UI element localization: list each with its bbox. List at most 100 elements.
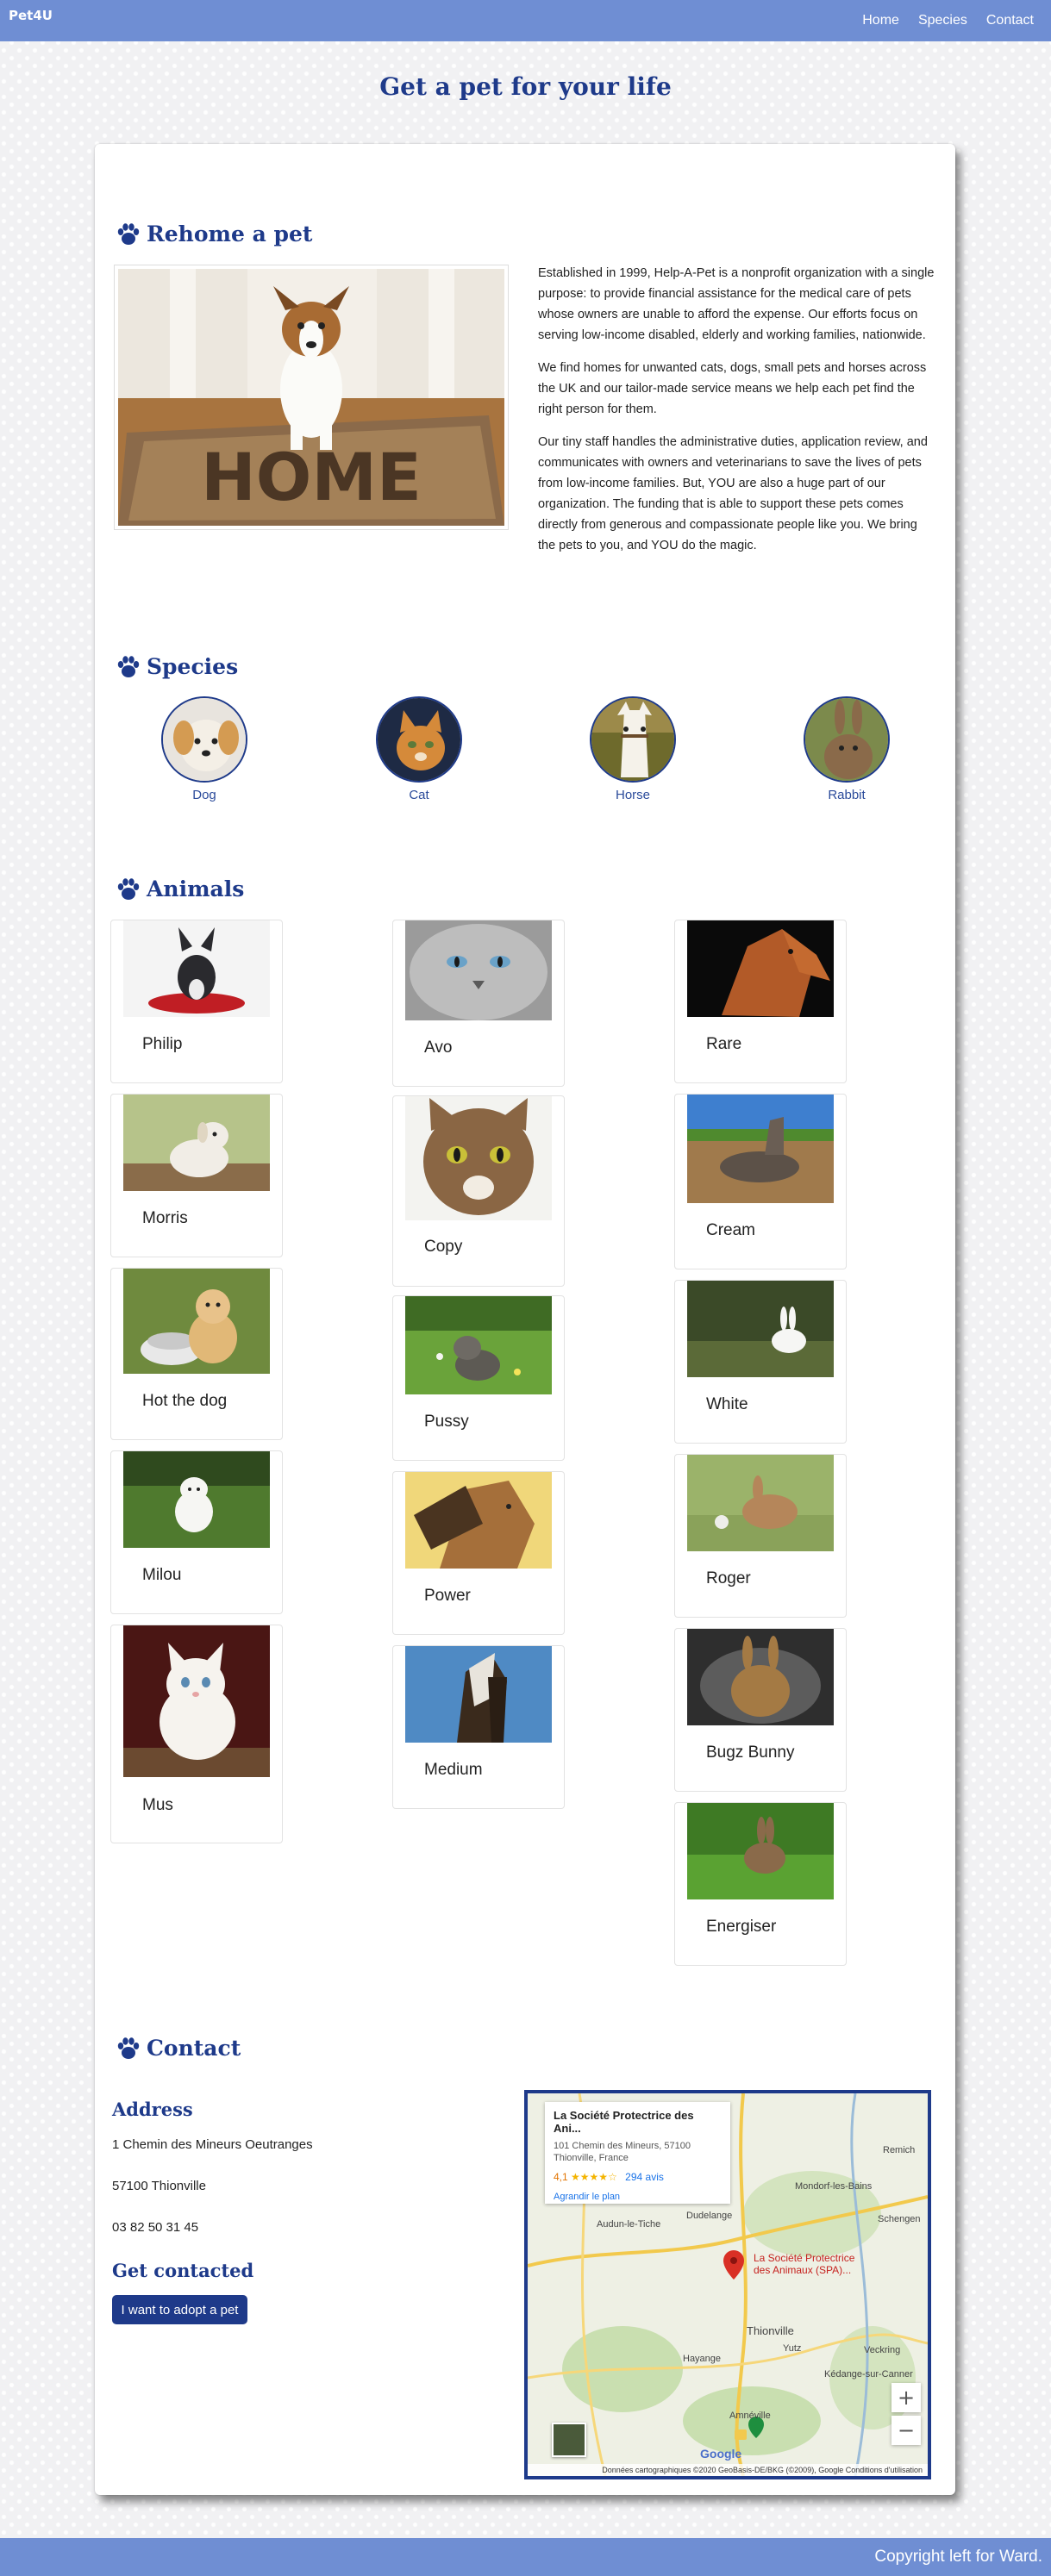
- nav-link-home[interactable]: Home: [862, 13, 899, 28]
- species-rabbit[interactable]: Rabbit: [799, 696, 894, 802]
- address-street: 1 Chemin des Mineurs Oeutranges: [112, 2137, 313, 2152]
- map-address-line-1: 101 Chemin des Mineurs, 57100: [554, 2141, 691, 2151]
- footer: Copyright left for Ward.: [0, 2538, 1051, 2576]
- map-info-window: La Société Protectrice des Ani... 101 Ch…: [545, 2102, 730, 2204]
- horse-image: [591, 698, 674, 781]
- map-pin-label-line-1: La Société Protectrice: [754, 2252, 855, 2264]
- map-town-label: Amnéville: [729, 2411, 771, 2421]
- horse-avatar[interactable]: [590, 696, 676, 783]
- map-enlarge-link[interactable]: Agrandir le plan: [554, 2192, 722, 2202]
- contact-heading-text: Contact: [147, 2036, 241, 2061]
- dog-on-doormat-image: HOME: [118, 269, 504, 526]
- animal-name-milou: Milou: [142, 1566, 182, 1584]
- animal-card-rare[interactable]: Rare: [674, 920, 847, 1083]
- dog-avatar[interactable]: [161, 696, 247, 783]
- satellite-toggle-button[interactable]: [552, 2423, 586, 2457]
- animal-card-roger[interactable]: Roger: [674, 1454, 847, 1618]
- rehome-heading-text: Rehome a pet: [147, 221, 313, 246]
- species-label-horse[interactable]: Horse: [585, 788, 680, 802]
- map-address-line-2: Thionville, France: [554, 2153, 629, 2163]
- animal-card-power[interactable]: Power: [392, 1471, 565, 1635]
- map-town-label: Mondorf-les-Bains: [795, 2181, 873, 2192]
- main-card: Rehome a pet HOME Established in 1999, H…: [95, 144, 955, 2495]
- cat-avatar[interactable]: [376, 696, 462, 783]
- energiser-photo: [687, 1803, 834, 1899]
- animal-name-pussy: Pussy: [424, 1413, 469, 1431]
- species-label-cat[interactable]: Cat: [372, 788, 466, 802]
- milou-photo: [123, 1451, 270, 1548]
- animals-heading-text: Animals: [147, 876, 245, 901]
- address-phone: 03 82 50 31 45: [112, 2220, 199, 2235]
- species-label-dog[interactable]: Dog: [157, 788, 252, 802]
- animal-card-hot-the-dog[interactable]: Hot the dog: [110, 1268, 283, 1440]
- google-logo: Google: [700, 2447, 742, 2461]
- animal-card-bugz-bunny[interactable]: Bugz Bunny: [674, 1628, 847, 1792]
- cat-image: [378, 698, 460, 781]
- rabbit-image: [805, 698, 888, 781]
- zoom-out-button[interactable]: −: [891, 2416, 921, 2445]
- map-town-label: Yutz: [783, 2343, 802, 2354]
- rabbit-avatar[interactable]: [804, 696, 890, 783]
- animal-name-power: Power: [424, 1587, 471, 1605]
- species-dog[interactable]: Dog: [157, 696, 252, 802]
- species-heading-text: Species: [147, 654, 239, 679]
- morris-photo: [123, 1095, 270, 1191]
- page-title: Get a pet for your life: [379, 72, 672, 101]
- brand-logo[interactable]: Pet4U: [9, 8, 53, 23]
- animal-card-medium[interactable]: Medium: [392, 1645, 565, 1809]
- animal-card-philip[interactable]: Philip: [110, 920, 283, 1083]
- map-town-label: Veckring: [864, 2345, 901, 2355]
- zoom-in-button[interactable]: +: [891, 2383, 921, 2412]
- hot-the-dog-photo: [123, 1269, 270, 1374]
- rehome-paragraph-1: Established in 1999, Help-A-Pet is a non…: [538, 266, 935, 342]
- map-attribution[interactable]: Données cartographiques ©2020 GeoBasis-D…: [528, 2464, 928, 2476]
- nav-links: Home Species Contact: [862, 13, 1034, 28]
- google-map[interactable]: La Société Protectrice des Ani... 101 Ch…: [524, 2090, 931, 2479]
- map-town-label: Kédange-sur-Canner: [824, 2369, 913, 2380]
- species-cat[interactable]: Cat: [372, 696, 466, 802]
- animal-name-mus: Mus: [142, 1796, 173, 1814]
- rehome-image: HOME: [114, 265, 509, 530]
- animal-card-mus[interactable]: Mus: [110, 1625, 283, 1843]
- animal-card-morris[interactable]: Morris: [110, 1094, 283, 1257]
- species-heading: Species: [116, 654, 238, 679]
- footer-copyright: Copyright left for Ward.: [874, 2548, 1042, 2566]
- nav-link-species[interactable]: Species: [918, 13, 967, 28]
- nav-link-contact[interactable]: Contact: [986, 13, 1034, 28]
- map-town-label: Remich: [883, 2145, 916, 2155]
- copy-photo: [405, 1096, 552, 1220]
- medium-photo: [405, 1646, 552, 1743]
- animal-name-avo: Avo: [424, 1039, 453, 1057]
- species-label-rabbit[interactable]: Rabbit: [799, 788, 894, 802]
- animal-name-white: White: [706, 1395, 748, 1413]
- animal-card-white[interactable]: White: [674, 1280, 847, 1444]
- animals-heading: Animals: [116, 876, 244, 901]
- animal-card-cream[interactable]: Cream: [674, 1094, 847, 1269]
- map-place-name: La Société Protectrice des Ani...: [554, 2109, 694, 2135]
- animal-name-hot-the-dog: Hot the dog: [142, 1392, 228, 1410]
- map-pin-label-line-2: des Animaux (SPA)...: [754, 2264, 852, 2276]
- adopt-button[interactable]: I want to adopt a pet: [112, 2295, 247, 2324]
- bugz-bunny-photo: [687, 1629, 834, 1725]
- animal-name-philip: Philip: [142, 1035, 183, 1053]
- star-rating-icon: ★★★★☆: [571, 2171, 617, 2183]
- map-town-label: Hayange: [683, 2354, 722, 2364]
- dog-image: [163, 698, 246, 781]
- animal-card-avo[interactable]: Avo: [392, 920, 565, 1087]
- animal-name-energiser: Energiser: [706, 1918, 777, 1936]
- animal-card-copy[interactable]: Copy: [392, 1095, 565, 1287]
- animal-card-energiser[interactable]: Energiser: [674, 1802, 847, 1966]
- map-town-label: Schengen: [878, 2214, 921, 2224]
- map-reviews-link[interactable]: 294 avis: [625, 2171, 664, 2183]
- animal-card-milou[interactable]: Milou: [110, 1450, 283, 1614]
- animal-card-pussy[interactable]: Pussy: [392, 1295, 565, 1461]
- animal-name-rare: Rare: [706, 1035, 742, 1053]
- rehome-heading: Rehome a pet: [116, 221, 312, 246]
- map-pin-label[interactable]: La Société Protectrice des Animaux (SPA)…: [754, 2252, 854, 2276]
- map-town-label: Audun-le-Tiche: [597, 2219, 661, 2230]
- paw-icon: [117, 2036, 140, 2059]
- address-heading: Address: [112, 2099, 193, 2120]
- species-horse[interactable]: Horse: [585, 696, 680, 802]
- animal-name-morris: Morris: [142, 1209, 188, 1227]
- map-rating-value: 4,1: [554, 2171, 568, 2183]
